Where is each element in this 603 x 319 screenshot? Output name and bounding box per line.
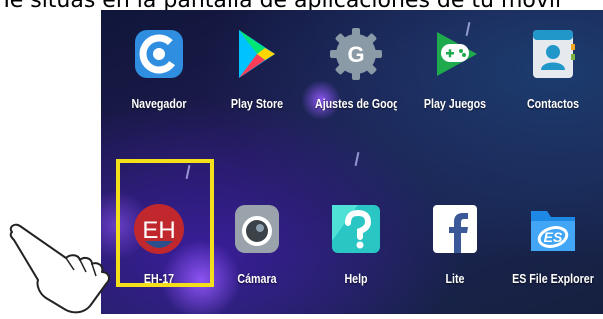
app-es-file-explorer[interactable]: ES ES File Explorer xyxy=(503,201,603,286)
svg-text:ES: ES xyxy=(544,229,563,245)
es-file-explorer-icon: ES xyxy=(525,201,581,257)
wallpaper-streak xyxy=(354,151,360,167)
app-label: Contactos xyxy=(526,96,580,111)
app-label: Navegador xyxy=(131,96,187,111)
app-label: Lite xyxy=(445,271,465,286)
app-label: ES File Explorer xyxy=(512,271,594,286)
facebook-lite-icon xyxy=(427,201,483,257)
selection-highlight-box xyxy=(116,159,214,287)
app-lite[interactable]: Lite xyxy=(405,201,505,286)
play-store-icon xyxy=(229,26,285,82)
app-navegador[interactable]: Navegador xyxy=(109,26,209,111)
app-play-store[interactable]: Play Store xyxy=(207,26,307,111)
app-play-juegos[interactable]: Play Juegos xyxy=(405,26,505,111)
google-settings-icon: G xyxy=(328,26,384,82)
app-label: Help xyxy=(344,271,368,286)
browser-icon xyxy=(131,26,187,82)
contacts-icon xyxy=(525,26,581,82)
play-games-icon xyxy=(427,26,483,82)
app-label: Cámara xyxy=(237,271,277,286)
app-camara[interactable]: Cámara xyxy=(207,201,307,286)
app-label: Play Juegos xyxy=(423,96,487,111)
app-label: Ajustes de Google xyxy=(315,96,397,111)
app-label: Play Store xyxy=(230,96,284,111)
app-contactos[interactable]: Contactos xyxy=(503,26,603,111)
help-icon xyxy=(328,201,384,257)
pointing-hand-icon xyxy=(0,214,120,314)
app-help[interactable]: Help xyxy=(306,201,406,286)
svg-text:G: G xyxy=(347,42,364,67)
camera-icon xyxy=(229,201,285,257)
app-ajustes-google[interactable]: G Ajustes de Google xyxy=(306,26,406,111)
